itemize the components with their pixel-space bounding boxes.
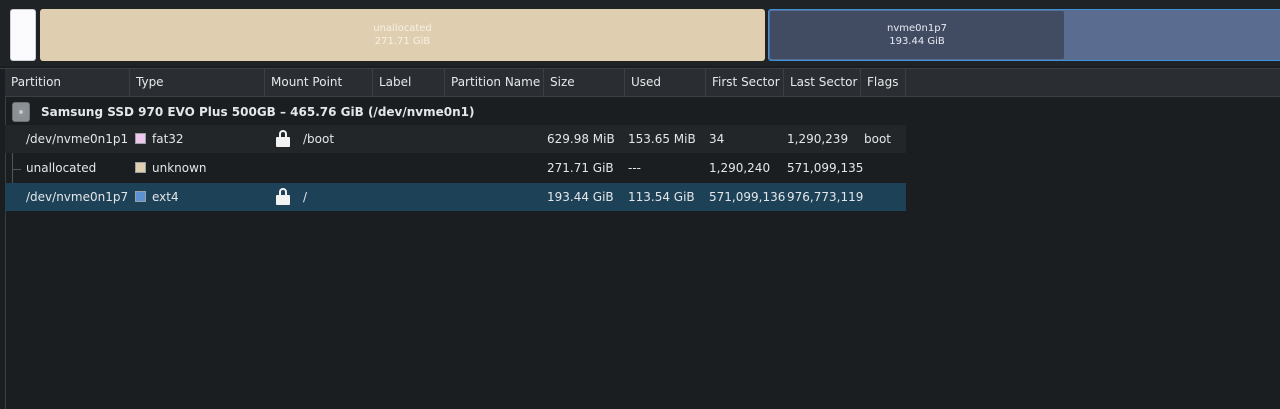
type-color-swatch xyxy=(135,191,146,202)
cell-first-sector: 571,099,136 xyxy=(709,190,786,204)
column-header-used[interactable]: Used xyxy=(625,69,706,96)
column-header-partition[interactable]: Partition xyxy=(5,69,130,96)
table-row[interactable]: unallocated unknown 271.71 GiB --- 1,290… xyxy=(5,154,906,182)
cell-type: fat32 xyxy=(152,132,184,146)
cell-first-sector: 34 xyxy=(709,132,725,146)
column-header-partition-name[interactable]: Partition Name xyxy=(445,69,544,96)
cell-last-sector: 976,773,119 xyxy=(787,190,864,204)
cell-last-sector: 571,099,135 xyxy=(787,161,864,175)
cell-size: 271.71 GiB xyxy=(547,161,614,175)
cell-last-sector: 1,290,239 xyxy=(787,132,849,146)
lock-icon xyxy=(276,188,290,205)
cell-type: unknown xyxy=(152,161,207,175)
cell-flags: boot xyxy=(864,132,892,146)
cell-partition: /dev/nvme0n1p1 xyxy=(26,132,129,146)
map-segment-unallocated-name: unallocated xyxy=(373,23,432,34)
disk-label: Samsung SSD 970 EVO Plus 500GB – 465.76 … xyxy=(41,105,475,119)
table-row-selected[interactable]: /dev/nvme0n1p7 ext4 / 193.44 GiB 113.54 … xyxy=(5,183,906,211)
cell-used: 113.54 GiB xyxy=(628,190,695,204)
column-header-last-sector[interactable]: Last Sector xyxy=(784,69,861,96)
cell-size: 193.44 GiB xyxy=(547,190,614,204)
column-header-first-sector[interactable]: First Sector xyxy=(706,69,784,96)
column-header-flags[interactable]: Flags xyxy=(861,69,906,96)
cell-size: 629.98 MiB xyxy=(547,132,615,146)
map-segment-root[interactable]: nvme0n1p7 193.44 GiB xyxy=(768,9,1280,61)
cell-type: ext4 xyxy=(152,190,179,204)
column-header-size[interactable]: Size xyxy=(544,69,625,96)
partition-map: unallocated 271.71 GiB nvme0n1p7 193.44 … xyxy=(0,0,1280,66)
map-segment-unallocated-size: 271.71 GiB xyxy=(374,36,431,47)
map-segment-boot[interactable] xyxy=(10,9,36,61)
table-row[interactable]: /dev/nvme0n1p1 fat32 /boot 629.98 MiB 15… xyxy=(5,125,906,153)
column-header-type[interactable]: Type xyxy=(130,69,265,96)
table-header: Partition Type Mount Point Label Partiti… xyxy=(5,69,1280,97)
drive-harddisk-icon xyxy=(12,102,30,122)
type-color-swatch xyxy=(135,133,146,144)
type-color-swatch xyxy=(135,162,146,173)
map-segment-root-used: nvme0n1p7 193.44 GiB xyxy=(770,11,1064,59)
lock-icon xyxy=(276,130,290,147)
map-segment-unallocated[interactable]: unallocated 271.71 GiB xyxy=(40,9,765,61)
partition-table[interactable]: Partition Type Mount Point Label Partiti… xyxy=(0,68,1280,409)
column-header-label[interactable]: Label xyxy=(373,69,445,96)
cell-partition: unallocated xyxy=(26,161,97,175)
disk-row[interactable]: Samsung SSD 970 EVO Plus 500GB – 465.76 … xyxy=(5,98,906,126)
map-segment-root-name: nvme0n1p7 xyxy=(887,23,947,34)
cell-mount-point: / xyxy=(303,190,308,204)
cell-first-sector: 1,290,240 xyxy=(709,161,771,175)
column-header-mount-point[interactable]: Mount Point xyxy=(265,69,373,96)
cell-used: --- xyxy=(628,161,641,175)
map-segment-root-size: 193.44 GiB xyxy=(889,36,945,47)
cell-mount-point: /boot xyxy=(303,132,335,146)
cell-used: 153.65 MiB xyxy=(628,132,696,146)
cell-partition: /dev/nvme0n1p7 xyxy=(26,190,129,204)
